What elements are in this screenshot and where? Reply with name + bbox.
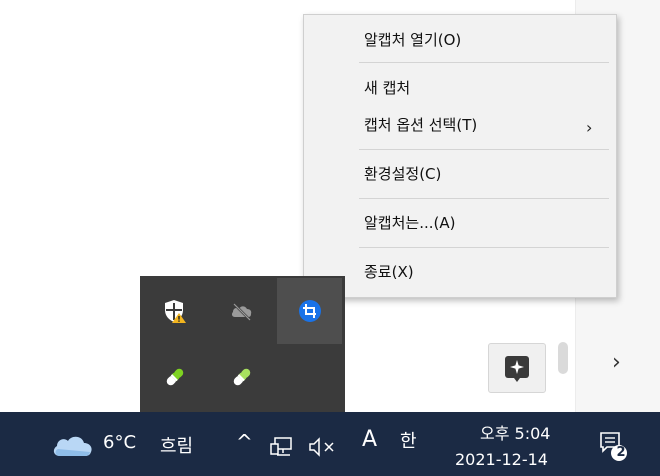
pill-icon-2 <box>233 368 250 386</box>
menu-separator <box>359 198 609 199</box>
network-icon[interactable] <box>270 436 294 458</box>
alcapture-icon <box>298 300 321 322</box>
context-menu: 알캡처 열기(O) 새 캡처 캡처 옵션 선택(T) › 환경설정(C) 알캡처… <box>303 14 617 298</box>
ime-language-indicator[interactable]: 한 <box>400 427 422 452</box>
menu-item-exit[interactable]: 종료(X) <box>364 262 414 282</box>
clock-date[interactable]: 2021-12-14 <box>455 450 548 469</box>
menu-separator <box>359 247 609 248</box>
sticker-icon <box>505 356 529 382</box>
menu-item-settings[interactable]: 환경설정(C) <box>364 164 441 184</box>
tray-item-alcapture[interactable] <box>277 278 342 344</box>
menu-separator <box>359 62 609 63</box>
tray-overflow-panel <box>140 276 345 412</box>
weather-temperature[interactable]: 6°C <box>103 432 136 453</box>
menu-separator <box>359 149 609 150</box>
menu-item-open[interactable]: 알캡처 열기(O) <box>364 30 461 50</box>
windows-security-warning-icon <box>164 300 186 323</box>
menu-item-about[interactable]: 알캡처는...(A) <box>364 213 455 233</box>
tray-item-onedrive[interactable] <box>209 278 274 344</box>
sticker-button[interactable] <box>488 343 546 393</box>
tray-item-pill-2[interactable] <box>209 344 274 410</box>
cloud-icon[interactable] <box>50 434 94 458</box>
weather-description[interactable]: 흐림 <box>160 432 193 458</box>
pill-icon-1 <box>166 368 183 386</box>
onedrive-offline-icon <box>231 303 251 321</box>
scrollbar-thumb[interactable] <box>558 342 568 374</box>
clock-time[interactable]: 오후 5:04 <box>480 420 550 444</box>
submenu-arrow-icon: › <box>586 118 593 137</box>
menu-item-new-capture[interactable]: 새 캡처 <box>364 78 410 98</box>
volume-muted-icon[interactable] <box>308 437 342 457</box>
taskbar: 6°C 흐림 ^ A 한 오후 5:04 2021-12-14 2 <box>0 412 660 476</box>
menu-item-capture-options[interactable]: 캡처 옵션 선택(T) <box>364 115 477 135</box>
notification-count-badge: 2 <box>616 445 626 460</box>
ime-mode-indicator[interactable]: A <box>362 427 377 452</box>
tray-item-pill-1[interactable] <box>142 344 207 410</box>
show-hidden-icons-button[interactable]: ^ <box>236 430 253 454</box>
next-arrow-icon[interactable]: › <box>612 352 621 374</box>
tray-item-security[interactable] <box>142 278 207 344</box>
